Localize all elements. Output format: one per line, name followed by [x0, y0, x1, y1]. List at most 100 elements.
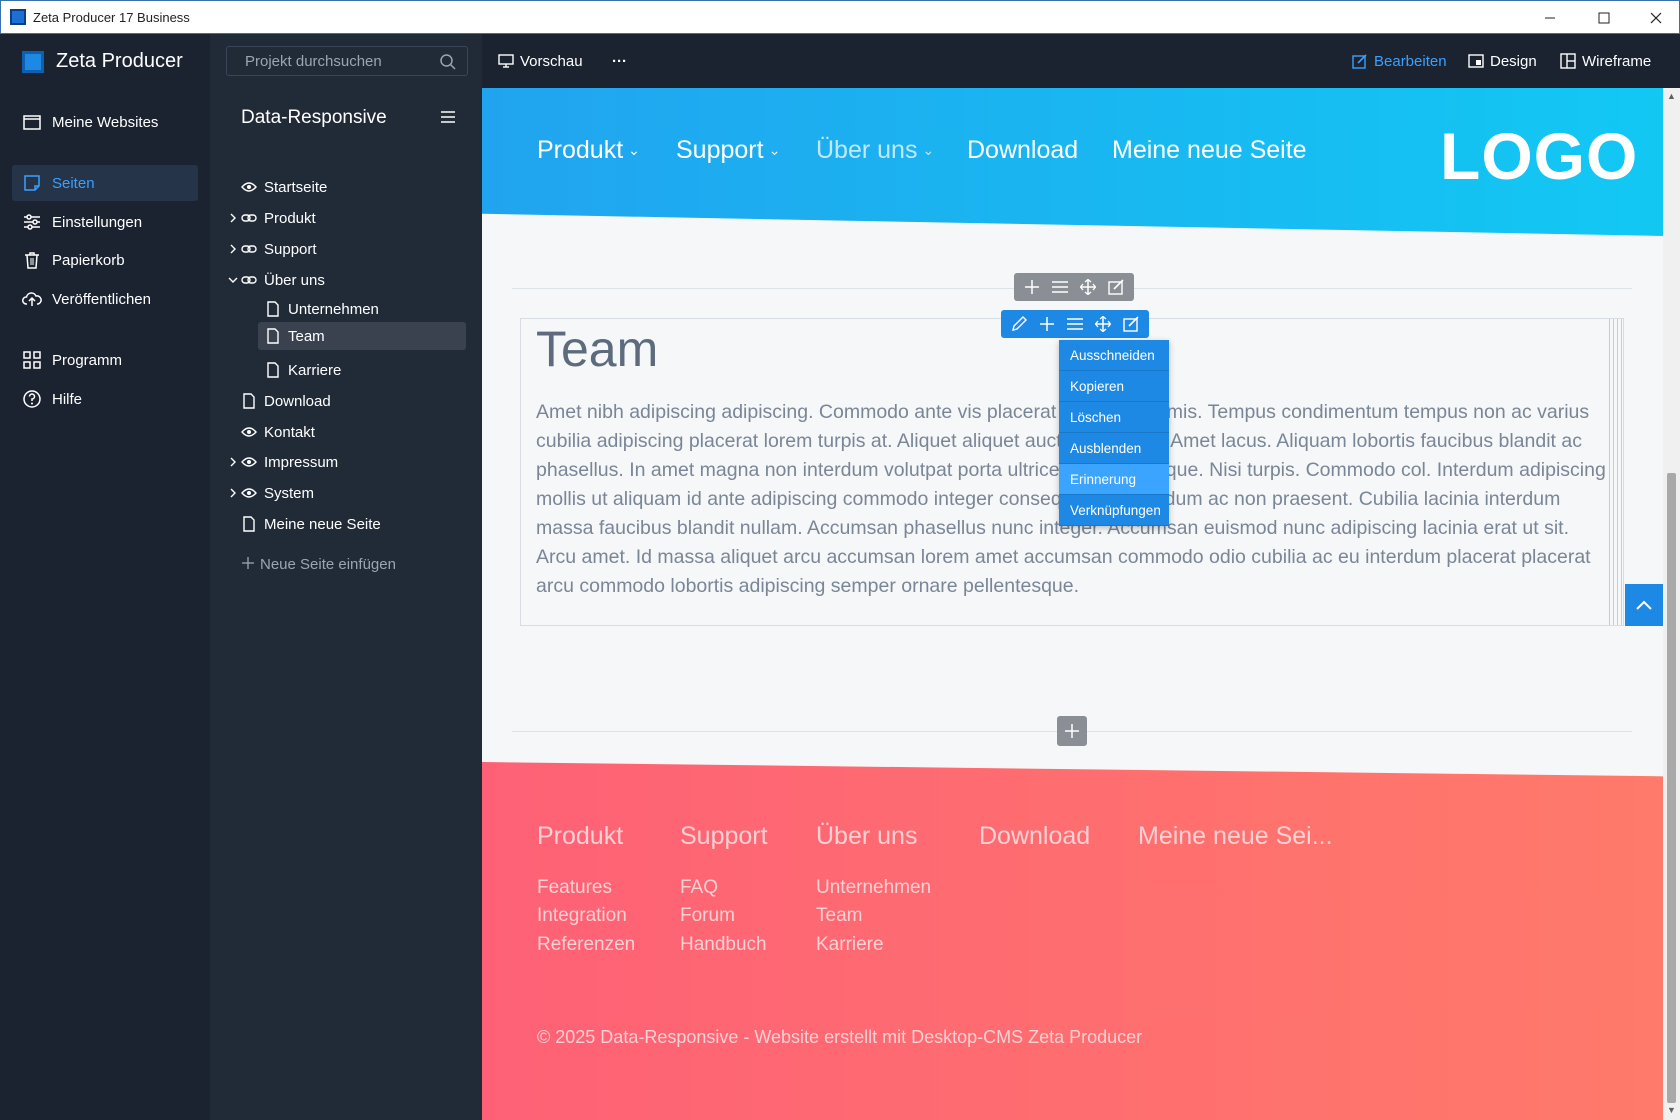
- search-input[interactable]: [245, 52, 435, 70]
- sidebar-item-veroeffentlichen[interactable]: Veröffentlichen: [12, 281, 198, 317]
- tree-item-download[interactable]: Download: [240, 387, 450, 415]
- site-nav-ueber-uns[interactable]: Über uns ⌄: [816, 136, 934, 165]
- footer-link[interactable]: Referenzen: [537, 934, 635, 956]
- more-options-button[interactable]: ···: [612, 34, 627, 88]
- scroll-up-arrow-icon[interactable]: ▲: [1666, 91, 1677, 102]
- page-icon: [264, 361, 282, 379]
- plus-icon[interactable]: [1033, 310, 1061, 338]
- tree-item-system[interactable]: System: [230, 479, 450, 507]
- brand-name: Zeta Producer: [56, 50, 183, 72]
- site-logo[interactable]: LOGO: [1440, 118, 1638, 194]
- tree-item-label: Produkt: [264, 209, 316, 227]
- footer-col-title[interactable]: Über uns: [816, 822, 917, 851]
- move-icon[interactable]: [1074, 273, 1102, 301]
- window-title: Zeta Producer 17 Business: [33, 9, 190, 25]
- footer-link[interactable]: Unternehmen: [816, 877, 931, 899]
- footer-link[interactable]: Team: [816, 905, 862, 927]
- page-canvas: Produkt ⌄ Support ⌄ Über uns ⌄ Download Mei…: [482, 88, 1663, 1120]
- article-heading[interactable]: Team: [536, 320, 658, 378]
- menu-item-verknuepfungen[interactable]: Verknüpfungen: [1059, 495, 1169, 526]
- resize-handle[interactable]: [1609, 319, 1623, 625]
- footer-link[interactable]: Handbuch: [680, 934, 767, 956]
- footer-col-title[interactable]: Meine neue Sei...: [1138, 822, 1333, 851]
- tree-item-produkt[interactable]: Produkt: [230, 204, 450, 232]
- move-icon[interactable]: [1089, 310, 1117, 338]
- scrollbar-thumb[interactable]: [1667, 473, 1676, 1103]
- search-icon[interactable]: [439, 53, 457, 76]
- tree-item-impressum[interactable]: Impressum: [230, 448, 450, 476]
- page-tree-panel: Data-Responsive Startseite Produkt Suppo…: [210, 34, 482, 1120]
- footer-link[interactable]: FAQ: [680, 877, 718, 899]
- scroll-down-arrow-icon[interactable]: ▼: [1666, 1105, 1677, 1116]
- plus-icon[interactable]: [1018, 273, 1046, 301]
- tree-item-label: Über uns: [264, 271, 325, 289]
- menu-icon[interactable]: [1046, 273, 1074, 301]
- minimize-icon[interactable]: [1525, 1, 1575, 35]
- footer-link[interactable]: Forum: [680, 905, 735, 927]
- tree-item-label: System: [264, 484, 315, 502]
- pages-icon: [22, 173, 42, 193]
- menu-item-erinnerung[interactable]: Erinnerung: [1059, 464, 1169, 495]
- footer-col-title[interactable]: Produkt: [537, 822, 623, 851]
- hamburger-menu-icon[interactable]: [440, 110, 456, 129]
- sidebar-item-label: Hilfe: [52, 390, 83, 408]
- scroll-to-top-button[interactable]: [1625, 584, 1663, 626]
- site-nav-meine-neue-seite[interactable]: Meine neue Seite: [1112, 136, 1307, 165]
- sidebar-item-label: Meine Websites: [52, 113, 159, 131]
- canvas-scrollbar[interactable]: ▲ ▼: [1663, 88, 1680, 1120]
- edit-mode-button[interactable]: Bearbeiten: [1352, 34, 1447, 88]
- design-mode-button[interactable]: Design: [1468, 34, 1537, 88]
- browser-window-icon: [22, 112, 42, 132]
- footer-link[interactable]: Features: [537, 877, 612, 899]
- footer-link[interactable]: Karriere: [816, 934, 884, 956]
- menu-item-loeschen[interactable]: Löschen: [1059, 402, 1169, 433]
- sidebar-item-hilfe[interactable]: Hilfe: [12, 381, 198, 417]
- tree-item-team[interactable]: Team: [258, 322, 466, 350]
- chevron-down-icon[interactable]: [226, 273, 240, 287]
- site-nav-label: Meine neue Seite: [1112, 136, 1307, 164]
- close-icon[interactable]: [1631, 1, 1680, 35]
- chevron-right-icon[interactable]: [226, 455, 240, 469]
- page-icon: [240, 392, 258, 410]
- menu-item-ausschneiden[interactable]: Ausschneiden: [1059, 340, 1169, 371]
- tree-item-unternehmen[interactable]: Unternehmen: [264, 295, 474, 323]
- article-toolbar: [1001, 310, 1149, 338]
- link-icon: [240, 271, 258, 289]
- search-box: [226, 46, 468, 76]
- menu-item-kopieren[interactable]: Kopieren: [1059, 371, 1169, 402]
- add-page-button[interactable]: Neue Seite einfügen: [242, 556, 396, 573]
- site-nav-produkt[interactable]: Produkt ⌄: [537, 136, 640, 165]
- maximize-icon[interactable]: [1579, 1, 1629, 35]
- tree-item-kontakt[interactable]: Kontakt: [240, 418, 450, 446]
- wireframe-mode-button[interactable]: Wireframe: [1560, 34, 1651, 88]
- chevron-right-icon[interactable]: [226, 242, 240, 256]
- footer-col-title[interactable]: Support: [680, 822, 768, 851]
- settings-edit-icon[interactable]: [1117, 310, 1145, 338]
- preview-button[interactable]: Vorschau: [498, 34, 583, 88]
- tree-item-karriere[interactable]: Karriere: [264, 356, 474, 384]
- sidebar-item-einstellungen[interactable]: Einstellungen: [12, 204, 198, 240]
- add-section-button[interactable]: [1057, 716, 1087, 746]
- menu-icon[interactable]: [1061, 310, 1089, 338]
- sidebar-item-seiten[interactable]: Seiten: [12, 165, 198, 201]
- chevron-right-icon[interactable]: [226, 486, 240, 500]
- tree-item-ueber-uns[interactable]: Über uns: [228, 266, 450, 294]
- footer-copyright: © 2025 Data-Responsive - Website erstell…: [537, 1027, 1143, 1047]
- chevron-right-icon[interactable]: [226, 211, 240, 225]
- sidebar-item-papierkorb[interactable]: Papierkorb: [12, 242, 198, 278]
- tree-item-support[interactable]: Support: [230, 235, 450, 263]
- site-nav-download[interactable]: Download: [967, 136, 1078, 165]
- sidebar-item-meine-websites[interactable]: Meine Websites: [12, 104, 198, 140]
- sidebar-item-programm[interactable]: Programm: [12, 342, 198, 378]
- footer-link[interactable]: Integration: [537, 905, 627, 927]
- tree-item-meine-neue-seite[interactable]: Meine neue Seite: [240, 510, 450, 538]
- footer-col-title[interactable]: Download: [979, 822, 1090, 851]
- menu-item-ausblenden[interactable]: Ausblenden: [1059, 433, 1169, 464]
- pencil-icon[interactable]: [1005, 310, 1033, 338]
- settings-edit-icon[interactable]: [1102, 273, 1130, 301]
- project-title: Data-Responsive: [241, 107, 387, 128]
- tree-item-startseite[interactable]: Startseite: [240, 173, 450, 201]
- brand[interactable]: Zeta Producer: [22, 50, 183, 73]
- site-nav-support[interactable]: Support ⌄: [676, 136, 780, 165]
- top-toolbar: Vorschau ··· Bearbeiten Design Wireframe: [482, 34, 1680, 88]
